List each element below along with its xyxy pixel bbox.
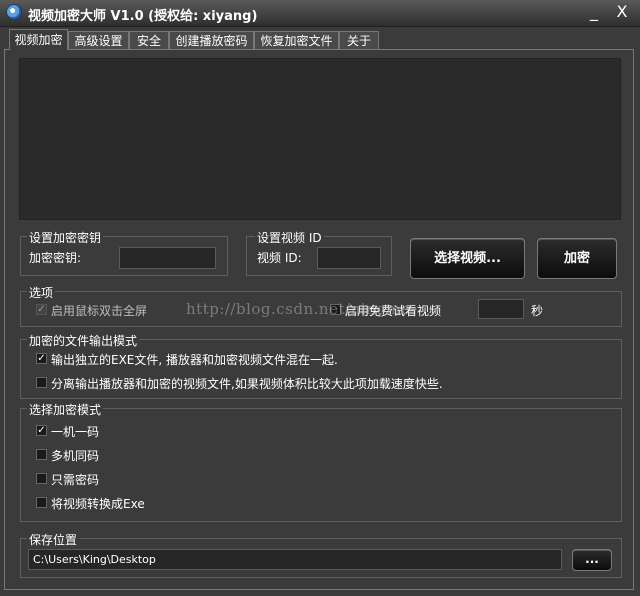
key-field-label: 加密密钥: — [29, 251, 82, 265]
window-title: 视频加密大师 V1.0 (授权给: xiyang) — [28, 9, 258, 24]
output-exe-checkbox[interactable]: ✓ — [36, 353, 47, 364]
encrypt-mode-title: 选择加密模式 — [27, 401, 104, 418]
minimize-button[interactable]: _ — [584, 3, 604, 21]
tab-advanced-settings[interactable]: 高级设置 — [68, 31, 129, 49]
multi-machine-same-code-checkbox[interactable] — [36, 449, 47, 460]
select-video-button[interactable]: 选择视频... — [410, 238, 525, 279]
close-button[interactable]: X — [612, 3, 632, 21]
tab-video-encrypt[interactable]: 视频加密 — [9, 29, 68, 50]
convert-to-exe-checkbox[interactable] — [36, 497, 47, 508]
password-only-checkbox[interactable] — [36, 473, 47, 484]
options-group-title: 选项 — [27, 284, 56, 301]
video-id-field-label: 视频 ID: — [257, 251, 302, 265]
key-input[interactable] — [119, 247, 216, 269]
app-logo-icon — [6, 4, 22, 20]
key-group-title: 设置加密密钥 — [27, 229, 104, 246]
dblclick-fullscreen-label: 启用鼠标双击全屏 — [51, 304, 148, 318]
dblclick-fullscreen-checkbox[interactable]: ✓ — [36, 304, 47, 315]
convert-to-exe-label: 将视频转换成Exe — [51, 497, 145, 511]
multi-machine-same-code-label: 多机同码 — [51, 449, 100, 463]
save-location-title: 保存位置 — [27, 531, 80, 548]
tab-create-play-password[interactable]: 创建播放密码 — [169, 31, 254, 49]
watermark-text: http://blog.csdn.net/ningme — [186, 300, 411, 318]
tab-restore-encrypted-file[interactable]: 恢复加密文件 — [254, 31, 339, 49]
video-preview-area — [19, 58, 621, 220]
browse-button[interactable]: ... — [572, 549, 612, 571]
tab-about[interactable]: 关于 — [339, 31, 379, 49]
one-machine-one-code-checkbox[interactable]: ✓ — [36, 425, 47, 436]
output-exe-label: 输出独立的EXE文件, 播放器和加密视频文件混在一起. — [51, 353, 338, 367]
password-only-label: 只需密码 — [51, 473, 100, 487]
tab-security[interactable]: 安全 — [129, 31, 169, 49]
seconds-unit-label: 秒 — [531, 304, 544, 318]
free-trial-seconds-input[interactable] — [478, 299, 524, 319]
save-path-input[interactable]: C:\Users\King\Desktop — [28, 549, 562, 570]
one-machine-one-code-label: 一机一码 — [51, 425, 100, 439]
video-id-input[interactable] — [317, 247, 381, 269]
video-id-group-title: 设置视频 ID — [255, 229, 324, 246]
encrypt-button[interactable]: 加密 — [537, 238, 617, 279]
output-separate-label: 分离输出播放器和加密的视频文件,如果视频体积比较大此项加载速度快些. — [51, 377, 443, 391]
output-mode-title: 加密的文件输出模式 — [27, 332, 140, 349]
output-separate-checkbox[interactable] — [36, 377, 47, 388]
